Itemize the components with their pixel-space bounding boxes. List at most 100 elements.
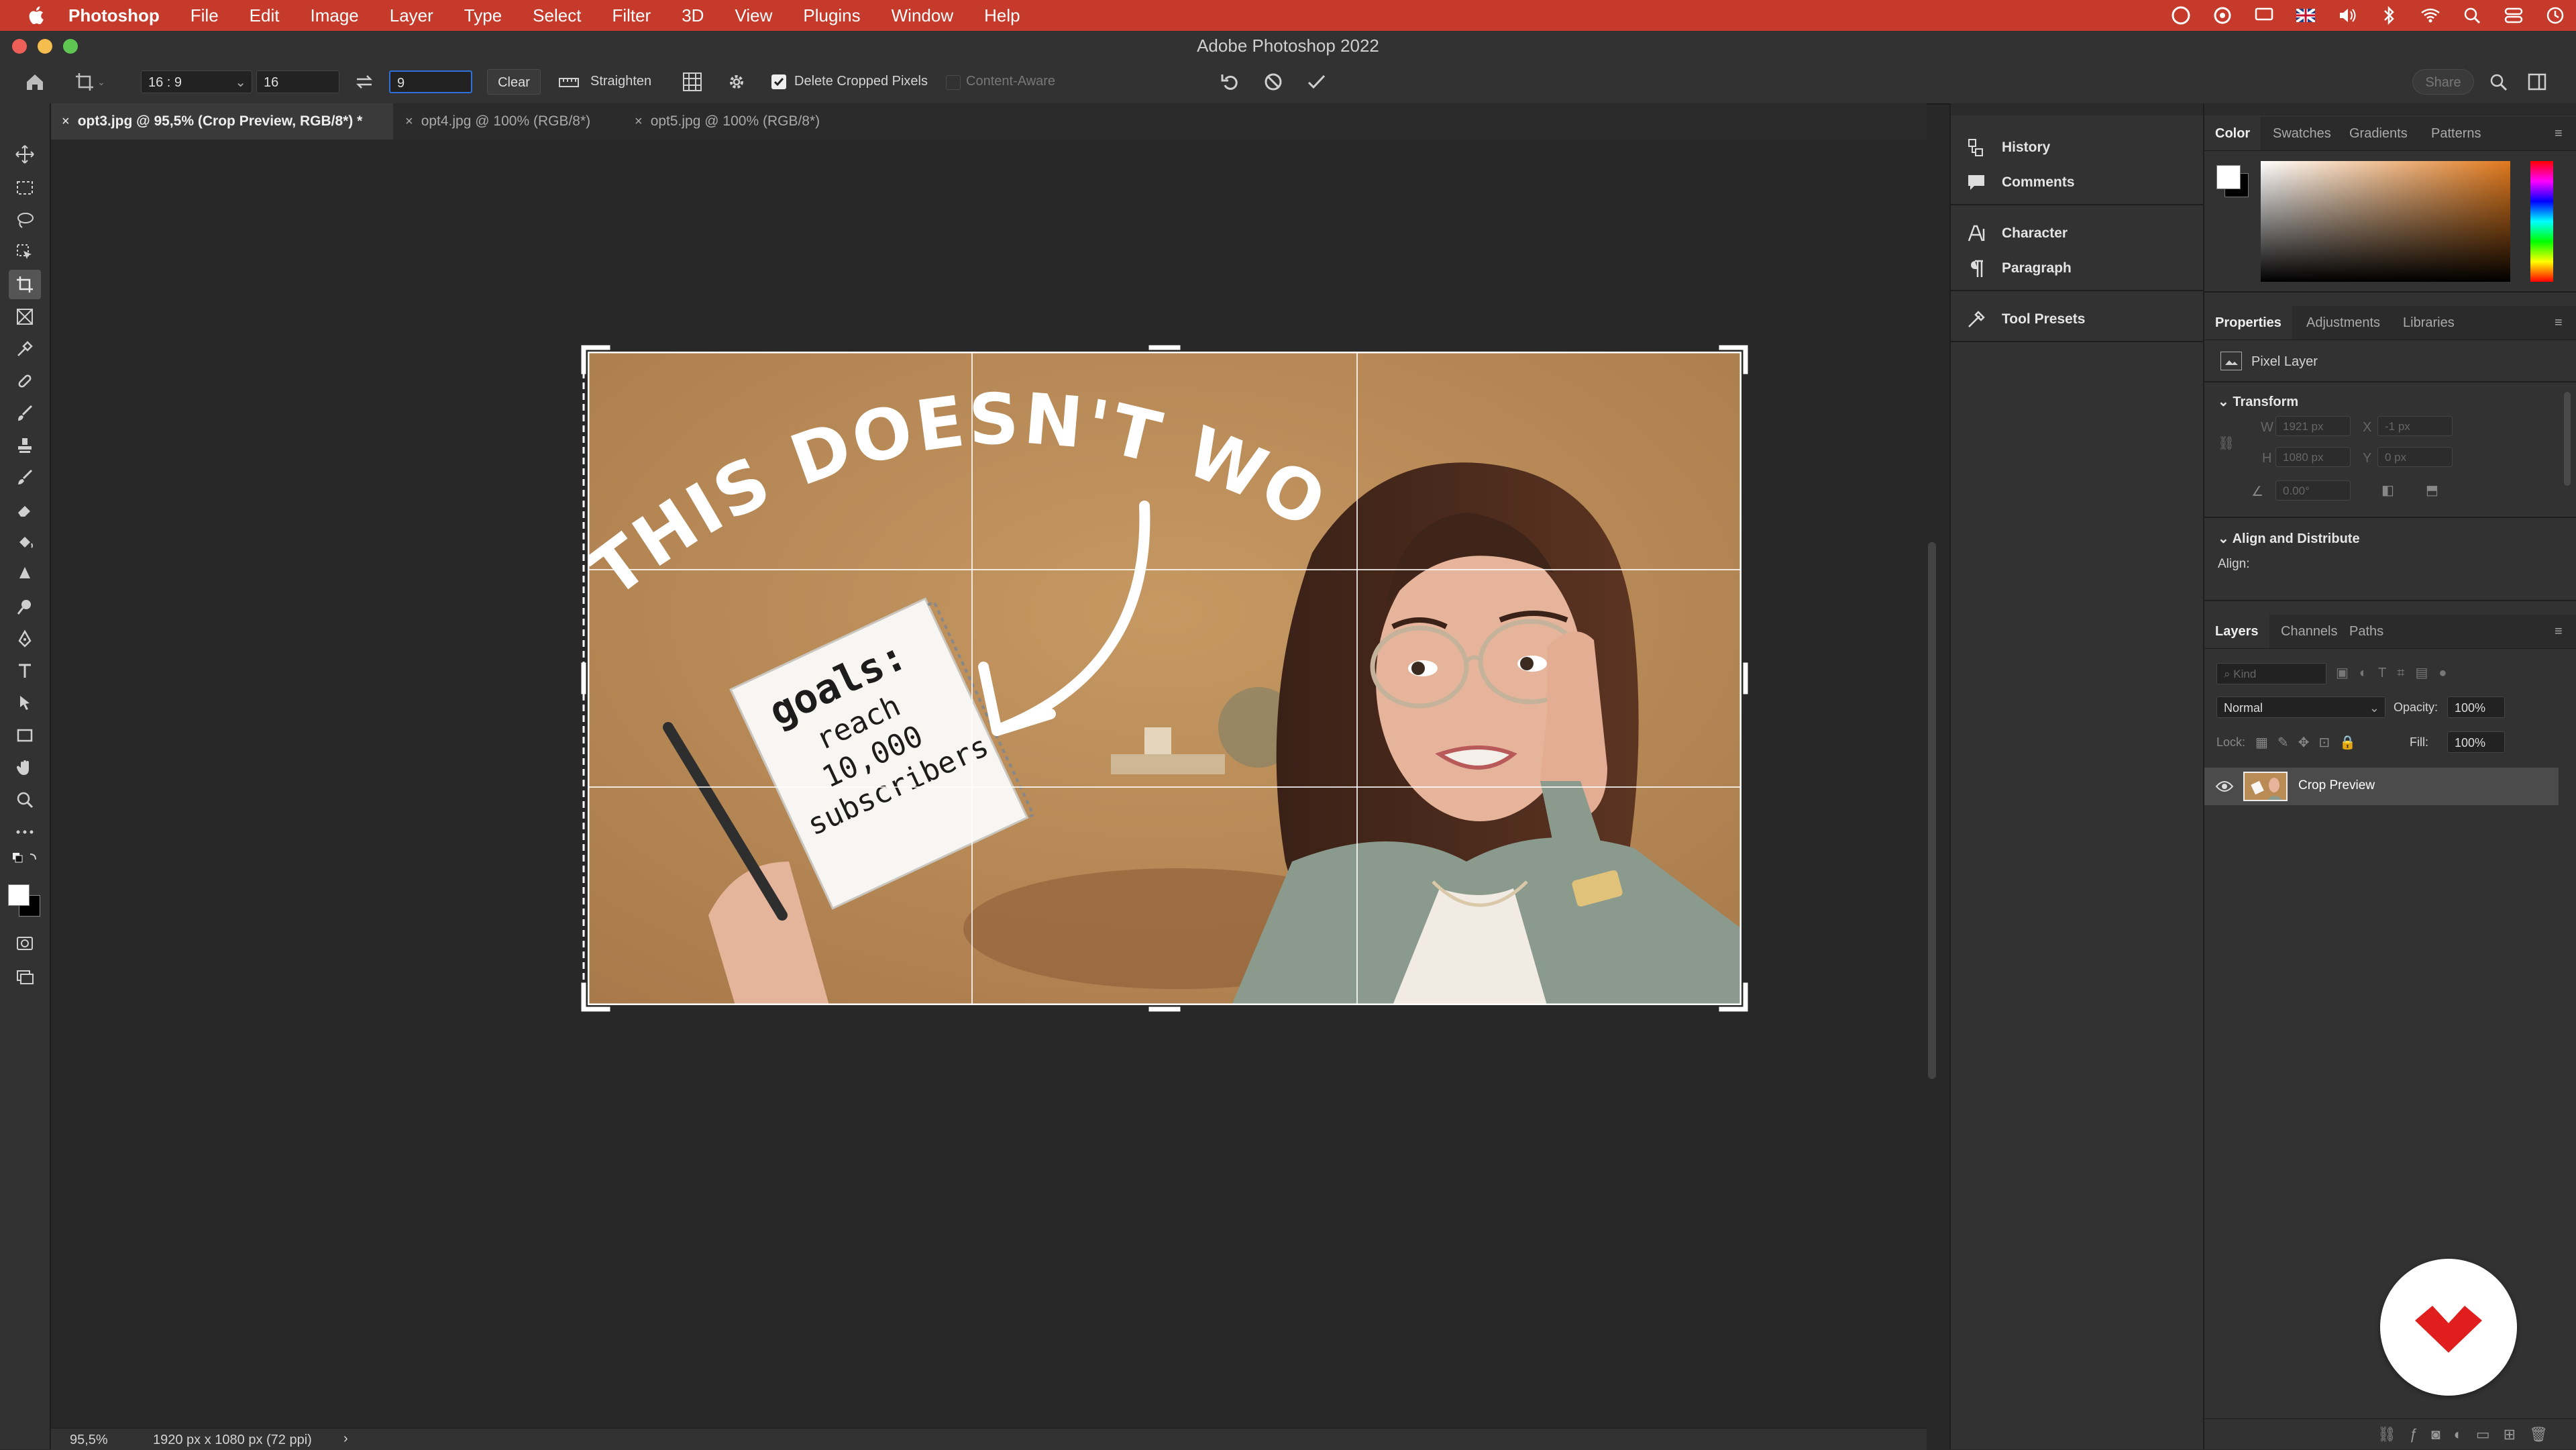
tab-channels[interactable]: Channels <box>2270 615 2349 648</box>
wifi-icon[interactable] <box>2420 5 2440 25</box>
hand-tool-icon[interactable] <box>9 753 41 782</box>
commit-crop-icon[interactable] <box>1303 68 1330 95</box>
volume-icon[interactable] <box>2337 5 2357 25</box>
overlay-grid-icon[interactable] <box>680 70 704 94</box>
status-menu-chevron-icon[interactable]: › <box>343 1431 348 1447</box>
clear-button[interactable]: Clear <box>487 69 541 95</box>
bluetooth-icon[interactable] <box>2379 5 2399 25</box>
tab-properties[interactable]: Properties <box>2204 306 2292 340</box>
close-tab-icon[interactable]: × <box>62 114 70 129</box>
opacity-field[interactable]: 100% <box>2447 696 2505 718</box>
more-tools-icon[interactable] <box>9 817 41 847</box>
menu-plugins[interactable]: Plugins <box>803 5 860 26</box>
foreground-color-swatch[interactable] <box>8 884 30 906</box>
crop-settings-gear-icon[interactable] <box>724 70 749 94</box>
menu-view[interactable]: View <box>735 5 772 26</box>
angle-field[interactable]: 0.00° <box>2275 480 2351 501</box>
menu-file[interactable]: File <box>191 5 219 26</box>
paragraph-panel-button[interactable]: Paragraph <box>1951 251 2203 286</box>
link-dimensions-icon[interactable]: ⛓ <box>2218 435 2235 452</box>
keyboard-flag-icon[interactable] <box>2296 5 2316 25</box>
tab-patterns[interactable]: Patterns <box>2420 117 2491 150</box>
move-tool-icon[interactable] <box>9 140 41 169</box>
foreground-color-chip[interactable] <box>2216 165 2241 189</box>
tab-gradients[interactable]: Gradients <box>2339 117 2418 150</box>
healing-brush-tool-icon[interactable] <box>9 366 41 396</box>
menu-help[interactable]: Help <box>984 5 1020 26</box>
character-panel-button[interactable]: Character <box>1951 216 2203 251</box>
search-icon[interactable] <box>2485 68 2512 95</box>
panel-menu-icon[interactable]: ≡ <box>2544 615 2573 648</box>
clock-icon[interactable] <box>2545 5 2565 25</box>
straighten-button[interactable]: Straighten <box>590 74 651 89</box>
menu-image[interactable]: Image <box>310 5 358 26</box>
align-distribute-section-header[interactable]: ⌄ Align and Distribute <box>2218 530 2360 547</box>
zoom-tool-icon[interactable] <box>9 785 41 815</box>
crop-width-input[interactable]: 16 <box>256 70 339 93</box>
menu-window[interactable]: Window <box>892 5 953 26</box>
menu-edit[interactable]: Edit <box>250 5 280 26</box>
tab-layers[interactable]: Layers <box>2204 615 2269 648</box>
height-field[interactable]: 1080 px <box>2275 447 2351 467</box>
paint-bucket-tool-icon[interactable] <box>9 527 41 557</box>
eraser-tool-icon[interactable] <box>9 495 41 525</box>
reset-crop-icon[interactable] <box>1217 68 1244 95</box>
tab-opt5[interactable]: × opt5.jpg @ 100% (RGB/8*) <box>624 103 852 140</box>
panel-menu-icon[interactable]: ≡ <box>2544 306 2573 340</box>
flip-vertical-icon[interactable]: ⬒ <box>2426 482 2438 499</box>
share-button[interactable]: Share <box>2412 69 2474 95</box>
swap-dimensions-icon[interactable] <box>353 71 376 93</box>
tool-presets-panel-button[interactable]: Tool Presets <box>1951 302 2203 337</box>
panel-menu-icon[interactable]: ≡ <box>2544 117 2573 150</box>
close-tab-icon[interactable]: × <box>405 114 413 129</box>
content-aware-checkbox[interactable] <box>946 75 961 90</box>
straighten-icon[interactable] <box>557 70 581 94</box>
eyedropper-tool-icon[interactable] <box>9 334 41 364</box>
layer-row[interactable]: Crop Preview <box>2204 768 2559 805</box>
aspect-ratio-select[interactable]: 16 : 9 ⌄ <box>141 70 252 93</box>
tab-opt3[interactable]: × opt3.jpg @ 95,5% (Crop Preview, RGB/8*)… <box>51 103 393 140</box>
menu-type[interactable]: Type <box>464 5 502 26</box>
menu-photoshop[interactable]: Photoshop <box>68 5 160 26</box>
rectangle-tool-icon[interactable] <box>9 721 41 750</box>
creative-cloud-icon[interactable] <box>2171 5 2191 25</box>
fill-field[interactable]: 100% <box>2447 731 2505 753</box>
zoom-level[interactable]: 95,5% <box>70 1433 108 1448</box>
crop-handles[interactable] <box>581 345 1748 1012</box>
default-colors-icon[interactable] <box>9 848 41 868</box>
home-icon[interactable] <box>21 68 48 95</box>
layer-kind-filter[interactable]: ⌕ Kind <box>2216 663 2326 684</box>
marquee-tool-icon[interactable] <box>9 173 41 203</box>
screen-mode-icon[interactable] <box>9 962 41 992</box>
sync-icon[interactable] <box>2212 5 2233 25</box>
menu-select[interactable]: Select <box>533 5 581 26</box>
spotlight-search-icon[interactable] <box>2462 5 2482 25</box>
screen-mirroring-icon[interactable] <box>2254 5 2274 25</box>
control-center-icon[interactable] <box>2504 5 2524 25</box>
comments-panel-button[interactable]: Comments <box>1951 165 2203 200</box>
crop-height-input[interactable]: 9 <box>389 70 472 93</box>
workspace-icon[interactable] <box>2524 68 2551 95</box>
apple-icon[interactable] <box>25 4 48 27</box>
history-panel-button[interactable]: History <box>1951 130 2203 165</box>
brush-tool-icon[interactable] <box>9 399 41 428</box>
transform-section-header[interactable]: ⌄ Transform <box>2218 393 2298 410</box>
type-tool-icon[interactable] <box>9 656 41 686</box>
clone-stamp-tool-icon[interactable] <box>9 431 41 460</box>
object-selection-tool-icon[interactable] <box>9 238 41 267</box>
width-field[interactable]: 1921 px <box>2275 416 2351 436</box>
lasso-tool-icon[interactable] <box>9 205 41 235</box>
history-brush-tool-icon[interactable] <box>9 463 41 493</box>
pen-tool-icon[interactable] <box>9 624 41 654</box>
color-picker-field[interactable] <box>2261 161 2510 282</box>
blur-tool-icon[interactable] <box>9 560 41 589</box>
quick-mask-icon[interactable] <box>9 929 41 958</box>
x-position-field[interactable]: -1 px <box>2377 416 2453 436</box>
tab-libraries[interactable]: Libraries <box>2392 306 2465 340</box>
tab-swatches[interactable]: Swatches <box>2262 117 2342 150</box>
menu-layer[interactable]: Layer <box>390 5 433 26</box>
path-selection-tool-icon[interactable] <box>9 688 41 718</box>
crop-tool-preset-icon[interactable]: ⌄ <box>72 68 107 95</box>
tab-adjustments[interactable]: Adjustments <box>2296 306 2391 340</box>
tab-opt4[interactable]: × opt4.jpg @ 100% (RGB/8*) <box>394 103 623 140</box>
